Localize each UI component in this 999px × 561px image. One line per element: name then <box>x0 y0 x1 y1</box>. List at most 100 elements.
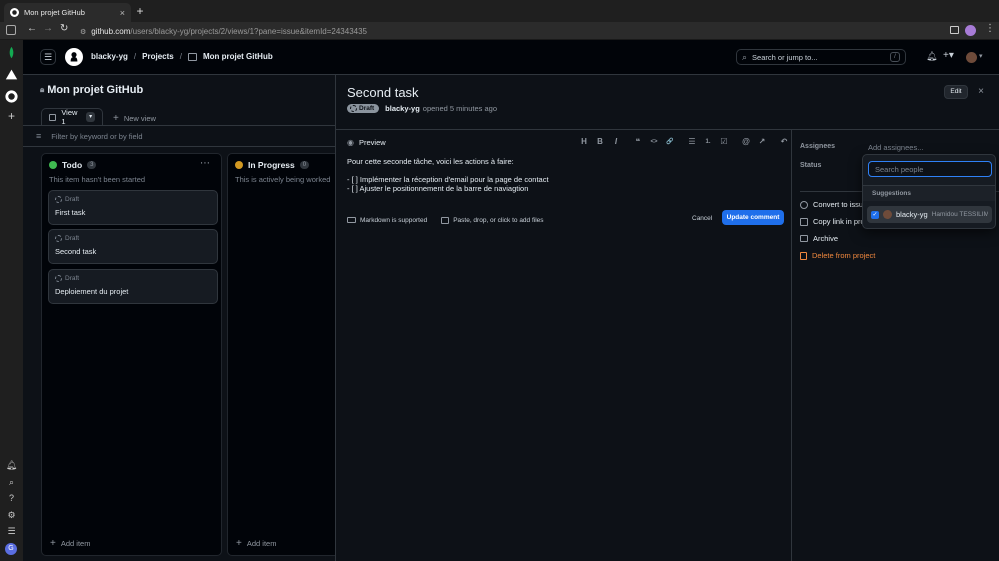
back-icon[interactable]: ← <box>27 23 37 34</box>
column-menu-icon[interactable]: ⋯ <box>200 158 210 169</box>
add-item-button[interactable]: + Add item <box>236 538 276 549</box>
update-comment-button[interactable]: Update comment <box>722 210 784 225</box>
comment-editor: ◉ Preview H B I ❝ <> 🔗 ☰ 1. ☑ @ ↗ ↶ Pour… <box>336 130 792 561</box>
numbered-list-icon[interactable]: 1. <box>703 137 713 147</box>
body-line <box>347 166 785 175</box>
draft-icon <box>55 196 62 203</box>
edit-title-button[interactable]: Edit <box>944 85 968 99</box>
column-in-progress: In Progress 0 This is actively being wor… <box>227 153 339 556</box>
create-new-icon[interactable]: +▾ <box>943 50 954 61</box>
github-favicon-icon <box>10 8 19 17</box>
browser-tab[interactable]: Mon projet GitHub × <box>4 3 131 22</box>
convert-to-issue-button[interactable]: Convert to issue <box>800 200 867 209</box>
vercel-triangle-icon[interactable] <box>5 68 18 81</box>
add-item-button[interactable]: + Add item <box>50 538 90 549</box>
search-placeholder: Search or jump to... <box>752 52 818 62</box>
bell-icon[interactable]: 🔔︎ <box>5 460 18 473</box>
code-icon[interactable]: <> <box>649 137 659 147</box>
assignee-option[interactable]: ✓ blacky-yg Hamidou TESSILIMI <box>867 206 992 223</box>
new-tab-button[interactable]: + <box>134 5 146 17</box>
account-avatar[interactable]: G <box>5 543 17 555</box>
cancel-button[interactable]: Cancel <box>692 215 712 222</box>
mention-icon[interactable]: @ <box>741 137 751 147</box>
url-path: /users/blacky-yg/projects/2/views/1?pane… <box>130 27 368 36</box>
item-author[interactable]: blacky-yg <box>385 104 420 113</box>
reference-icon[interactable]: ↗ <box>757 137 767 147</box>
hamburger-menu-icon[interactable]: ☰ <box>40 49 56 65</box>
url-field[interactable]: ⚙ github.com/users/blacky-yg/projects/2/… <box>80 25 367 38</box>
comment-textarea[interactable]: Pour cette seconde tâche, voici les acti… <box>347 157 785 209</box>
add-app-icon[interactable]: + <box>5 110 18 123</box>
tab-preview[interactable]: ◉ Preview <box>347 138 386 147</box>
archive-button[interactable]: Archive <box>800 234 838 243</box>
breadcrumb-owner[interactable]: blacky-yg <box>91 52 128 61</box>
heading-icon[interactable]: H <box>579 137 589 147</box>
column-description: This item hasn't been started <box>49 175 146 184</box>
github-logo-icon[interactable] <box>65 48 83 66</box>
browser-tab-bar: Mon projet GitHub × + <box>0 0 999 22</box>
copy-icon <box>800 217 808 226</box>
card-title[interactable]: First task <box>55 208 211 217</box>
eye-icon: ◉ <box>347 138 354 147</box>
split-view-icon[interactable] <box>950 26 959 34</box>
trash-icon <box>800 251 807 260</box>
gear-icon[interactable]: ⚙ <box>5 510 18 523</box>
body-line: - [ ] Ajuster le positionnement de la ba… <box>347 184 529 193</box>
add-assignees-button[interactable]: Add assignees... <box>868 143 923 152</box>
delete-from-project-button[interactable]: Delete from project <box>800 251 875 260</box>
draft-badge: Draft <box>347 104 380 113</box>
help-icon[interactable]: ? <box>5 493 18 506</box>
undo-icon[interactable]: ↶ <box>779 137 789 147</box>
profile-avatar[interactable] <box>965 25 976 36</box>
status-dot <box>235 161 243 169</box>
body-line: Pour cette seconde tâche, voici les acti… <box>347 157 514 166</box>
attach-files[interactable]: Paste, drop, or click to add files <box>441 216 544 224</box>
item-title: Second task <box>347 85 419 100</box>
italic-icon[interactable]: I <box>611 137 621 147</box>
filter-bar[interactable]: ≡ Filter by keyword or by field <box>23 125 335 147</box>
new-view-button[interactable]: + New view <box>113 113 156 124</box>
bold-icon[interactable]: B <box>595 137 605 147</box>
reload-icon[interactable]: ↻ <box>60 23 68 34</box>
task-list-icon[interactable]: ☑ <box>719 137 729 147</box>
tab-view-1[interactable]: View 1 ▾ <box>41 108 103 126</box>
forward-icon[interactable]: → <box>43 23 53 34</box>
card-title[interactable]: Deploiement du projet <box>55 287 211 296</box>
assignee-dropdown: Suggestions ✓ blacky-yg Hamidou TESSILIM… <box>862 154 996 229</box>
chevron-down-icon[interactable]: ▾ <box>979 52 983 60</box>
quote-icon[interactable]: ❝ <box>633 137 643 147</box>
search-box[interactable]: ⌕ Search or jump to... / <box>736 49 906 65</box>
notifications-icon[interactable]: 🔔︎ <box>926 51 937 62</box>
checkbox-checked-icon[interactable]: ✓ <box>871 210 879 219</box>
mongodb-leaf-icon[interactable] <box>5 46 18 59</box>
user-full-name: Hamidou TESSILIMI <box>931 211 988 218</box>
filter-icon: ≡ <box>36 131 42 141</box>
github-icon[interactable] <box>5 90 18 103</box>
column-header: In Progress 0 <box>235 160 310 170</box>
bullet-list-icon[interactable]: ☰ <box>687 137 697 147</box>
column-count: 3 <box>87 161 97 169</box>
card-second-task[interactable]: Draft Second task <box>48 229 218 264</box>
browser-menu-icon[interactable]: ⋮ <box>985 23 995 34</box>
link-icon[interactable]: 🔗 <box>665 137 675 147</box>
search-icon[interactable]: ⌕ <box>5 477 18 490</box>
lock-icon: 🔒︎ <box>40 85 45 94</box>
archive-icon <box>800 235 808 242</box>
breadcrumb-project[interactable]: Mon projet GitHub <box>203 52 273 61</box>
breadcrumb: blacky-yg / Projects / Mon projet GitHub <box>91 52 273 61</box>
view-options-icon[interactable]: ▾ <box>86 112 95 122</box>
close-tab-icon[interactable]: × <box>120 8 125 18</box>
site-info-icon[interactable]: ⚙ <box>80 28 86 36</box>
card-deploiement[interactable]: Draft Deploiement du projet <box>48 269 218 304</box>
list-icon[interactable]: ☰ <box>5 526 18 539</box>
card-title[interactable]: Second task <box>55 247 211 256</box>
close-panel-button[interactable]: × <box>974 85 988 99</box>
sidebar-toggle-icon[interactable] <box>6 25 16 35</box>
card-first-task[interactable]: Draft First task <box>48 190 218 225</box>
breadcrumb-projects[interactable]: Projects <box>142 52 174 61</box>
search-people-input[interactable] <box>868 161 992 177</box>
user-avatar[interactable] <box>966 52 977 63</box>
draft-icon <box>55 275 62 282</box>
filter-input[interactable]: Filter by keyword or by field <box>51 132 142 141</box>
markdown-note[interactable]: Markdown is supported <box>347 217 427 224</box>
